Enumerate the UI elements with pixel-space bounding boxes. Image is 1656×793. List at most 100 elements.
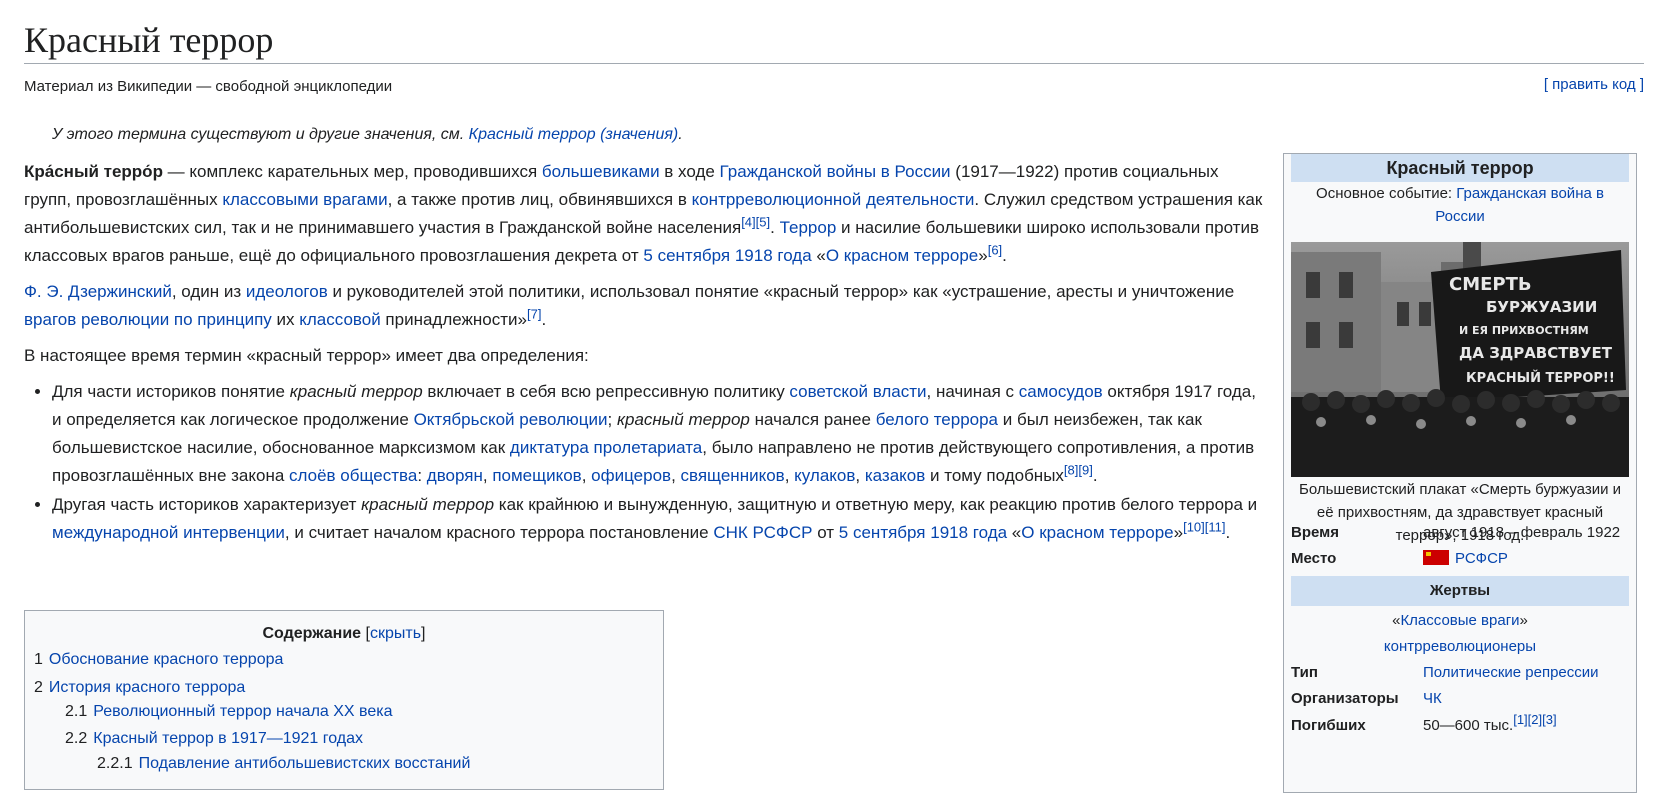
list-item: Другая часть историков характеризует кра… — [52, 491, 1269, 547]
text: 50—600 тыс. — [1423, 717, 1514, 734]
link-counterrevolution[interactable]: контрреволюционной деятельности — [692, 190, 975, 209]
term-bold: Кра́сный терро́р — [24, 162, 163, 181]
link-decree[interactable]: О красном терроре — [1021, 523, 1173, 542]
dzerzhinsky-paragraph: Ф. Э. Дзержинский, один из идеологов и р… — [24, 278, 1269, 334]
link-counterrevolutionaries[interactable]: контрреволюционеры — [1384, 638, 1536, 655]
toc-item-2-1[interactable]: 2.1 Революционный террор начала XX века — [65, 699, 393, 724]
toc-hide-toggle[interactable]: скрыть — [370, 625, 421, 642]
link-class-enemies[interactable]: Классовые враги — [1400, 612, 1519, 629]
link-cheka[interactable]: ЧК — [1423, 690, 1442, 707]
link-civil-war[interactable]: Гражданской войны в России — [720, 162, 951, 181]
text: Другая часть историков характеризует — [52, 495, 362, 514]
text: : — [417, 466, 427, 485]
text: , а также против лиц, обвинявшихся в — [387, 190, 692, 209]
text: Для части историков понятие — [52, 382, 290, 401]
ref-8[interactable]: [8] — [1064, 462, 1078, 477]
toc-item-2-2[interactable]: 2.2 Красный террор в 1917—1921 годах — [65, 726, 363, 751]
text-italic: красный террор — [361, 495, 495, 514]
toc-link[interactable]: Обоснование красного террора — [49, 651, 283, 668]
link-cossacks[interactable]: казаков — [865, 466, 925, 485]
place-label: Место — [1291, 550, 1337, 567]
dead-value: 50—600 тыс.[1][2][3] — [1423, 712, 1633, 737]
main-event-label: Основное событие: — [1316, 185, 1457, 202]
link-intervention[interactable]: международной интервенции — [52, 523, 285, 542]
link-social-strata[interactable]: слоёв общества — [289, 466, 417, 485]
toc-header: Содержание [скрыть] — [25, 621, 663, 646]
ref-6[interactable]: [6] — [988, 242, 1002, 257]
link-date[interactable]: 5 сентября 1918 года — [839, 523, 1007, 542]
link-dictatorship[interactable]: диктатура пролетариата — [510, 438, 702, 457]
link-snk-rsfsr[interactable]: СНК РСФСР — [713, 523, 812, 542]
toc-link[interactable]: Красный террор в 1917—1921 годах — [93, 730, 363, 747]
link-political-repression[interactable]: Политические репрессии — [1423, 664, 1599, 681]
link-dzerzhinsky[interactable]: Ф. Э. Дзержинский — [24, 282, 172, 301]
link-soviet-power[interactable]: советской власти — [789, 382, 926, 401]
text: « — [811, 246, 826, 265]
text: — комплекс карательных мер, проводившихс… — [162, 162, 542, 181]
ref-4[interactable]: [4] — [741, 214, 755, 229]
link-terror[interactable]: Террор — [780, 218, 837, 237]
toc-link[interactable]: История красного террора — [49, 679, 245, 696]
link-october-revolution[interactable]: Октябрьской революции — [414, 410, 608, 429]
link-decree[interactable]: О красном терроре — [826, 246, 978, 265]
ref-1[interactable]: [1] — [1513, 712, 1527, 727]
toc-number: 2.2.1 — [97, 755, 133, 772]
ref-5[interactable]: [5] — [756, 214, 770, 229]
text: » — [978, 246, 988, 265]
ref-3[interactable]: [3] — [1542, 712, 1556, 727]
organizers-label: Организаторы — [1291, 690, 1399, 707]
link-civil-war[interactable]: Гражданская война в России — [1435, 185, 1604, 225]
poster-text-4: ДА ЗДРАВСТВУЕТ — [1459, 344, 1613, 362]
text: , — [855, 466, 865, 485]
link-date[interactable]: 5 сентября 1918 года — [643, 246, 811, 265]
type-value: Политические репрессии — [1423, 661, 1633, 684]
text: принадлежности» — [380, 310, 527, 329]
text: от — [812, 523, 839, 542]
ref-10[interactable]: [10] — [1183, 519, 1205, 534]
link-officers[interactable]: офицеров — [591, 466, 671, 485]
hatnote-disambiguation-link[interactable]: Красный террор (значения) — [469, 126, 679, 143]
link-white-terror[interactable]: белого террора — [876, 410, 998, 429]
text: как крайнюю и вынужденную, защитную и от… — [494, 495, 1258, 514]
victims-line-2: контрреволюционеры — [1291, 635, 1629, 658]
link-bolsheviks[interactable]: большевиками — [542, 162, 660, 181]
text: , — [671, 466, 681, 485]
toc-title: Содержание — [262, 625, 362, 642]
toc-link[interactable]: Подавление антибольшевистских восстаний — [139, 755, 471, 772]
link-nobility[interactable]: дворян — [427, 466, 483, 485]
text-italic: красный террор — [289, 382, 423, 401]
toc-number: 2.2 — [65, 730, 88, 747]
link-priests[interactable]: священников — [681, 466, 785, 485]
link-class[interactable]: классовой — [299, 310, 380, 329]
link-kulaks[interactable]: кулаков — [794, 466, 855, 485]
link-enemies-of-revolution[interactable]: врагов революции по принципу — [24, 310, 272, 329]
ref-7[interactable]: [7] — [527, 306, 541, 321]
list-item: Для части историков понятие красный терр… — [52, 378, 1269, 490]
poster-text-2: БУРЖУАЗИИ — [1486, 298, 1597, 316]
text: . — [1092, 466, 1098, 485]
toc-item-1[interactable]: 1 Обоснование красного террора — [34, 647, 283, 672]
link-class-enemies[interactable]: классовыми врагами — [222, 190, 387, 209]
ref-11[interactable]: [11] — [1205, 519, 1226, 534]
text: , — [581, 466, 592, 485]
text: . — [1225, 523, 1231, 542]
article-body: Кра́сный терро́р — комплекс карательных … — [24, 158, 1269, 548]
toc-item-2[interactable]: 2 История красного террора — [34, 675, 245, 700]
toc-item-2-2-1[interactable]: 2.2.1 Подавление антибольшевистских восст… — [97, 751, 470, 776]
text: » — [1519, 612, 1528, 629]
ref-2[interactable]: [2] — [1528, 712, 1542, 727]
ref-9[interactable]: [9] — [1078, 462, 1092, 477]
link-lynching[interactable]: самосудов — [1019, 382, 1103, 401]
link-landowners[interactable]: помещиков — [492, 466, 581, 485]
poster-text-3: И ЕЯ ПРИХВОСТНЯМ — [1459, 324, 1589, 337]
poster-photo[interactable]: СМЕРТЬ БУРЖУАЗИИ И ЕЯ ПРИХВОСТНЯМ ДА ЗДР… — [1291, 242, 1629, 477]
link-rsfsr[interactable]: РСФСР — [1455, 550, 1508, 567]
text: , — [784, 466, 795, 485]
edit-source-link[interactable]: [ править код ] — [1544, 74, 1644, 96]
toc-link[interactable]: Революционный террор начала XX века — [93, 703, 392, 720]
link-ideologists[interactable]: идеологов — [246, 282, 328, 301]
hatnote: У этого термина существуют и другие знач… — [52, 123, 683, 147]
text: , один из — [171, 282, 246, 301]
text: . — [770, 218, 780, 237]
text: , и считает началом красного террора пос… — [284, 523, 714, 542]
